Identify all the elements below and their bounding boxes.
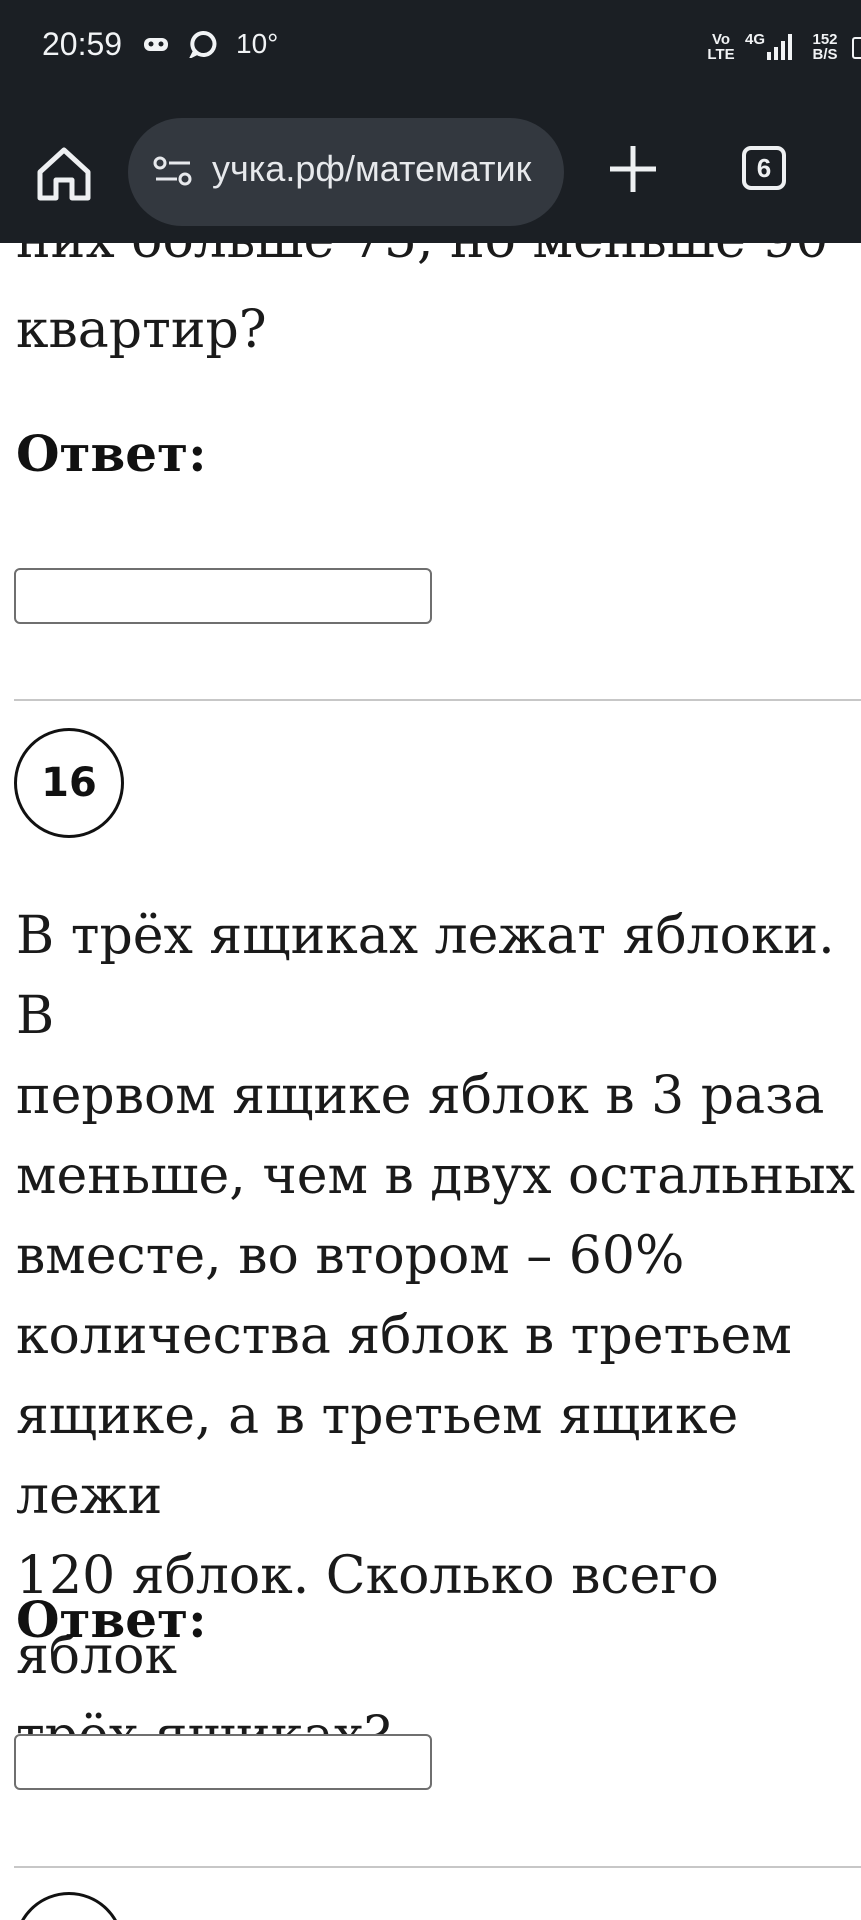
- browser-chrome: 20:59 10° Vo LTE 4G 152 B/S учка.рф/мате…: [0, 0, 861, 243]
- page-content: них больше 75, но меньше 90 квартир? Отв…: [0, 0, 861, 1920]
- divider: [14, 1866, 861, 1868]
- answer-label: Ответ:: [16, 1590, 207, 1649]
- question-text-line: вместе, во втором – 60%: [16, 1226, 685, 1286]
- tab-switcher-button[interactable]: 6: [742, 146, 786, 190]
- question-number-badge: 16: [14, 728, 124, 838]
- new-tab-plus-icon[interactable]: [604, 140, 662, 198]
- answer-label: Ответ:: [16, 424, 207, 483]
- status-bar: 20:59 10° Vo LTE 4G 152 B/S: [0, 0, 861, 96]
- question-text-line: количества яблок в третьем: [16, 1306, 792, 1366]
- game-controller-icon: [144, 38, 168, 51]
- browser-toolbar: учка.рф/математик 6: [0, 96, 861, 243]
- network-type: 4G: [745, 31, 766, 48]
- url-text[interactable]: учка.рф/математик: [212, 148, 552, 190]
- chat-bubble-icon: [189, 30, 217, 58]
- next-question-number-badge: [14, 1892, 124, 1920]
- site-settings-icon[interactable]: [152, 154, 194, 188]
- question-text-line: меньше, чем в двух остальных: [16, 1146, 855, 1206]
- url-bar[interactable]: учка.рф/математик: [128, 118, 564, 226]
- previous-question-last-line: квартир?: [16, 300, 267, 360]
- screen: них больше 75, но меньше 90 квартир? Отв…: [0, 0, 861, 1920]
- answer-input[interactable]: [14, 1734, 432, 1790]
- battery-icon: [852, 37, 861, 59]
- signal-strength-icon: [767, 34, 792, 60]
- volte-indicator: Vo LTE: [707, 31, 735, 63]
- data-rate: 152 B/S: [812, 31, 838, 63]
- answer-input-previous[interactable]: [14, 568, 432, 624]
- question-text-line: В трёх ящиках лежат яблоки. В: [16, 906, 835, 1046]
- status-time: 20:59: [42, 26, 123, 62]
- divider: [14, 699, 861, 701]
- question-text-line: первом ящике яблок в 3 раза: [16, 1066, 825, 1126]
- home-icon[interactable]: [30, 140, 98, 208]
- question-text-line: ящике, а в третьем ящике лежи: [16, 1386, 739, 1526]
- status-temperature: 10°: [236, 28, 279, 59]
